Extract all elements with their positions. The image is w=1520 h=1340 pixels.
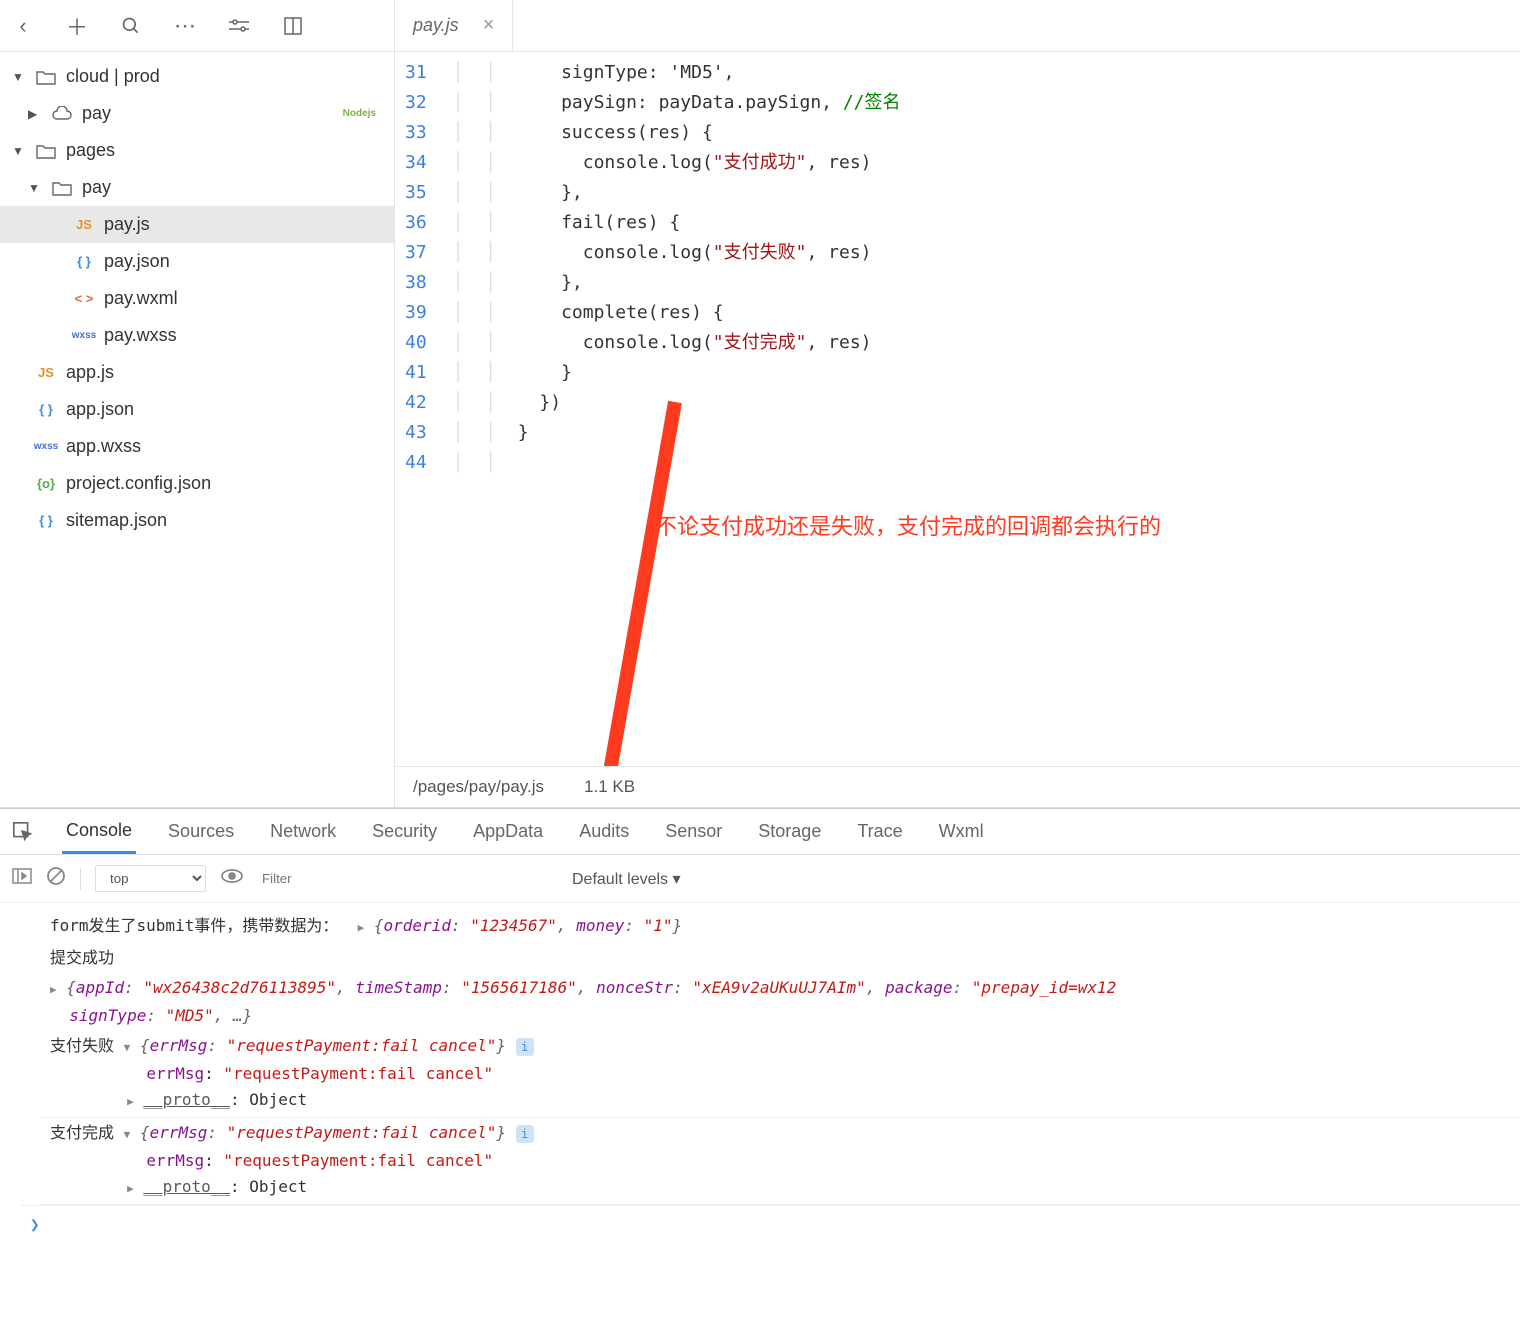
editor-panel: pay.js × 3132333435363738394041424344 │ … [395,0,1520,807]
tree-item-app-js[interactable]: JSapp.js [0,354,394,391]
devtools-tab-network[interactable]: Network [266,811,340,852]
tree-item-pay-wxml[interactable]: < >pay.wxml [0,280,394,317]
annotation-text: 不论支付成功还是失败，支付完成的回调都会执行的 [655,512,1161,542]
devtools-tab-sensor[interactable]: Sensor [661,811,726,852]
devtools-tab-audits[interactable]: Audits [575,811,633,852]
live-icon[interactable] [220,867,244,890]
tree-item-pay-wxss[interactable]: wxsspay.wxss [0,317,394,354]
inspect-icon[interactable] [12,821,34,843]
log-entry-complete: 支付完成 ▼ {errMsg: "requestPayment:fail can… [40,1118,1520,1205]
code-editor[interactable]: 3132333435363738394041424344 │ │ signTyp… [395,52,1520,766]
more-icon[interactable]: ⋯ [172,13,198,39]
file-size: 1.1 KB [584,777,635,797]
tree-item-pages[interactable]: ▼pages [0,132,394,169]
tree-item-pay[interactable]: ▶payNodejs [0,95,394,132]
context-select[interactable]: top [95,865,206,892]
devtools-tab-sources[interactable]: Sources [164,811,238,852]
editor-tabs: pay.js × [395,0,1520,52]
sidebar-toolbar: ‹ ＋ ⋯ [0,0,394,52]
tree-item-pay[interactable]: ▼pay [0,169,394,206]
tree-item-pay-js[interactable]: JSpay.js [0,206,394,243]
devtools-tabs: Console Sources Network Security AppData Audi… [0,809,1520,855]
devtools-tab-storage[interactable]: Storage [754,811,825,852]
console-prompt[interactable]: ❯ [20,1205,1520,1244]
file-tree[interactable]: ▼cloud | prod▶payNodejs▼pages▼payJSpay.j… [0,52,394,807]
file-path: /pages/pay/pay.js [413,777,544,797]
tree-item-cloud---prod[interactable]: ▼cloud | prod [0,58,394,95]
code-content[interactable]: │ │ signType: 'MD5',│ │ paySign: payData… [443,52,911,766]
log-entry: 提交成功 [40,943,1520,973]
info-icon[interactable]: i [516,1038,534,1056]
editor-status-bar: /pages/pay/pay.js 1.1 KB [395,766,1520,807]
log-entry-fail: 支付失败 ▼ {errMsg: "requestPayment:fail can… [40,1031,1520,1118]
tree-item-pay-json[interactable]: { }pay.json [0,243,394,280]
devtools-panel: Console Sources Network Security AppData Audi… [0,808,1520,1340]
log-entry: ▶ {appId: "wx26438c2d76113895", timeStam… [40,973,1520,1031]
devtools-tab-console[interactable]: Console [62,810,136,854]
log-levels-select[interactable]: Default levels ▾ [572,869,681,889]
tab-pay-js[interactable]: pay.js × [395,0,513,51]
console-output[interactable]: form发生了submit事件，携带数据为： ▶ {orderid: "1234… [0,903,1520,1340]
devtools-tab-trace[interactable]: Trace [853,811,906,852]
devtools-tab-security[interactable]: Security [368,811,441,852]
split-icon[interactable] [280,13,306,39]
file-explorer-sidebar: ‹ ＋ ⋯ ▼cloud | prod▶payNodejs▼pages▼payJ… [0,0,395,807]
tree-item-sitemap-json[interactable]: { }sitemap.json [0,502,394,539]
filter-input[interactable] [258,867,558,891]
collapse-icon[interactable]: ‹ [10,13,36,39]
add-icon[interactable]: ＋ [64,13,90,39]
settings-icon[interactable] [226,13,252,39]
log-entry: form发生了submit事件，携带数据为： ▶ {orderid: "1234… [40,911,1520,943]
tree-item-app-wxss[interactable]: wxssapp.wxss [0,428,394,465]
sidebar-toggle-icon[interactable] [12,867,32,890]
devtools-tab-appdata[interactable]: AppData [469,811,547,852]
line-gutter: 3132333435363738394041424344 [395,52,443,766]
clear-console-icon[interactable] [46,866,66,892]
tab-label: pay.js [413,15,459,36]
tree-item-project-config-json[interactable]: {o}project.config.json [0,465,394,502]
info-icon[interactable]: i [516,1125,534,1143]
devtools-tab-wxml[interactable]: Wxml [935,811,988,852]
tree-item-app-json[interactable]: { }app.json [0,391,394,428]
console-toolbar: top Default levels ▾ [0,855,1520,903]
search-icon[interactable] [118,13,144,39]
close-icon[interactable]: × [483,14,495,37]
